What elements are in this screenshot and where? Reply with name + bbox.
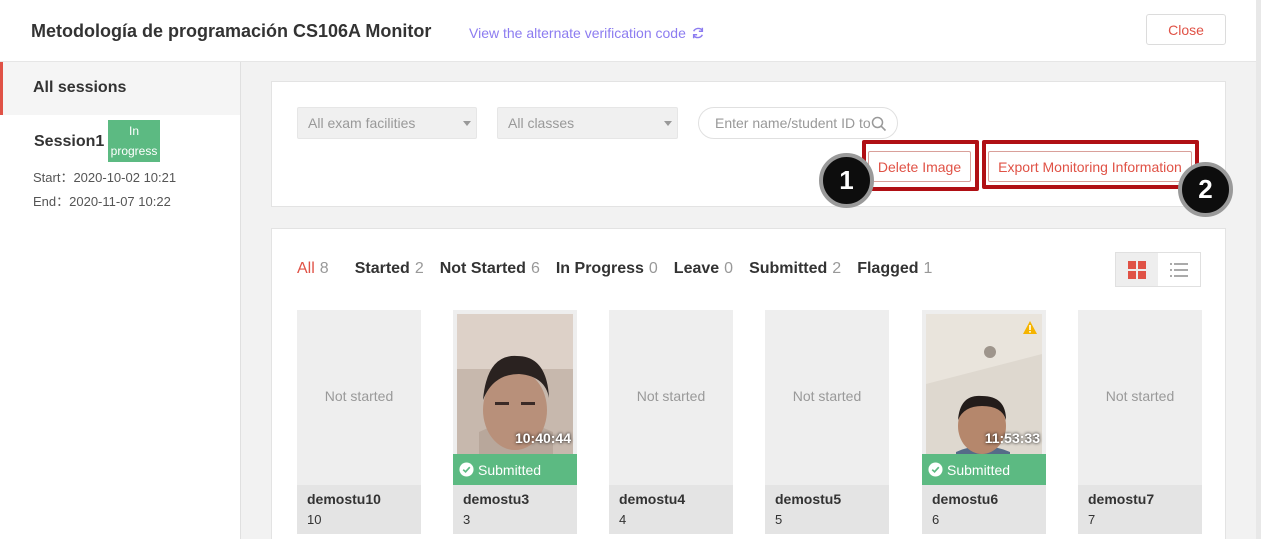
card-info: demostu5 5 — [765, 485, 889, 534]
chevron-down-icon — [664, 121, 672, 126]
submitted-label: Submitted — [478, 461, 542, 478]
tab-count: 2 — [832, 260, 842, 277]
tab-not-started[interactable]: Not Started 6 — [440, 260, 540, 278]
tab-all[interactable]: All 8 — [297, 260, 329, 278]
student-card[interactable]: 10:40:44 Submitted demostu3 3 — [453, 310, 577, 534]
tab-label: In Progress — [555, 260, 644, 277]
tab-submitted[interactable]: Submitted 2 — [749, 260, 841, 278]
class-select-value: All classes — [508, 115, 575, 131]
refresh-icon — [692, 27, 703, 39]
tab-flagged[interactable]: Flagged 1 — [857, 260, 932, 278]
tab-count: 0 — [648, 260, 658, 277]
facility-select-value: All exam facilities — [308, 115, 416, 131]
student-card[interactable]: Not started demostu5 5 — [765, 310, 889, 534]
student-username: demostu7 — [1088, 491, 1155, 507]
export-monitoring-button[interactable]: Export Monitoring Information — [988, 151, 1192, 182]
tab-label: Leave — [673, 260, 720, 277]
card-info: demostu4 4 — [609, 485, 733, 534]
tab-count: 6 — [530, 260, 540, 277]
submitted-badge: Submitted — [453, 454, 577, 485]
card-state: Not started — [1105, 388, 1175, 404]
student-username: demostu6 — [932, 491, 999, 507]
session-end: End：2020-11-07 10:22 — [33, 194, 171, 209]
student-id: 10 — [307, 512, 322, 527]
student-username: demostu3 — [463, 491, 530, 507]
status-badge: In progress — [108, 120, 160, 162]
tab-started[interactable]: Started 2 — [355, 260, 424, 278]
grid-icon — [1128, 260, 1146, 279]
tab-label: Flagged — [857, 260, 919, 277]
tab-count: 1 — [923, 260, 933, 277]
student-username: demostu5 — [775, 491, 842, 507]
card-info: demostu10 10 — [297, 485, 421, 534]
tab-in-progress[interactable]: In Progress 0 — [556, 260, 658, 278]
session-start: Start：2020-10-02 10:21 — [33, 170, 177, 185]
tab-count: 8 — [319, 260, 329, 277]
page-title: Metodología de programación CS106A Monit… — [31, 21, 432, 41]
student-id: 7 — [1088, 512, 1096, 527]
tab-label: All — [297, 260, 315, 277]
student-username: demostu4 — [619, 491, 686, 507]
card-info: demostu7 7 — [1078, 485, 1202, 534]
list-view-button[interactable] — [1158, 253, 1200, 286]
tab-leave[interactable]: Leave 0 — [674, 260, 733, 278]
tab-count: 0 — [724, 260, 734, 277]
scrollbar[interactable] — [1256, 0, 1261, 539]
student-card[interactable]: Not started demostu10 10 — [297, 310, 421, 534]
tab-label: Submitted — [749, 260, 828, 277]
capture-time: 11:53:33 — [984, 430, 1040, 446]
check-circle-icon — [928, 462, 943, 477]
alternate-code-link[interactable]: View the alternate verification code — [469, 25, 705, 41]
student-list-panel: All 8 Started 2 Not Started 6 In Progress 0 … — [271, 228, 1226, 539]
submitted-label: Submitted — [947, 461, 1011, 478]
student-card[interactable]: 11:53:33 Submitted demostu6 6 — [922, 310, 1046, 534]
list-icon — [1170, 262, 1188, 277]
status-tabs: All 8 Started 2 Not Started 6 In Progress 0 … — [297, 260, 932, 278]
close-button[interactable]: Close — [1146, 14, 1226, 45]
submitted-badge: Submitted — [922, 454, 1046, 485]
chevron-down-icon — [463, 121, 471, 126]
card-state: Not started — [792, 388, 862, 404]
sidebar: All sessions Session1 In progress Start：… — [0, 62, 241, 539]
check-circle-icon — [459, 462, 474, 477]
student-card[interactable]: Not started demostu7 7 — [1078, 310, 1202, 534]
card-info: demostu3 3 — [453, 485, 577, 534]
grid-view-button[interactable] — [1116, 253, 1158, 286]
student-card[interactable]: Not started demostu4 4 — [609, 310, 733, 534]
callout-marker-2: 2 — [1178, 162, 1233, 217]
warning-icon — [1023, 321, 1037, 334]
alternate-code-label: View the alternate verification code — [469, 25, 686, 41]
filter-panel: All exam facilities All classes Delete I… — [271, 81, 1226, 207]
student-username: demostu10 — [307, 491, 381, 507]
card-info: demostu6 6 — [922, 485, 1046, 534]
search-box — [698, 107, 898, 139]
top-bar: Metodología de programación CS106A Monit… — [0, 0, 1256, 62]
tab-label: Not Started — [439, 260, 526, 277]
tab-label: Started — [354, 260, 410, 277]
student-id: 6 — [932, 512, 940, 527]
sidebar-item-all-sessions[interactable]: All sessions — [0, 62, 240, 115]
callout-marker-1: 1 — [819, 153, 874, 208]
student-id: 5 — [775, 512, 783, 527]
card-state: Not started — [636, 388, 706, 404]
capture-time: 10:40:44 — [514, 430, 571, 446]
tab-count: 2 — [414, 260, 424, 277]
class-select[interactable]: All classes — [497, 107, 678, 139]
session-name: Session1 — [34, 133, 105, 150]
search-icon[interactable] — [871, 116, 887, 132]
delete-image-button[interactable]: Delete Image — [868, 151, 971, 182]
student-id: 3 — [463, 512, 471, 527]
card-state: Not started — [324, 388, 394, 404]
student-id: 4 — [619, 512, 627, 527]
search-input[interactable] — [715, 115, 873, 131]
view-toggle — [1115, 252, 1201, 287]
facility-select[interactable]: All exam facilities — [297, 107, 477, 139]
